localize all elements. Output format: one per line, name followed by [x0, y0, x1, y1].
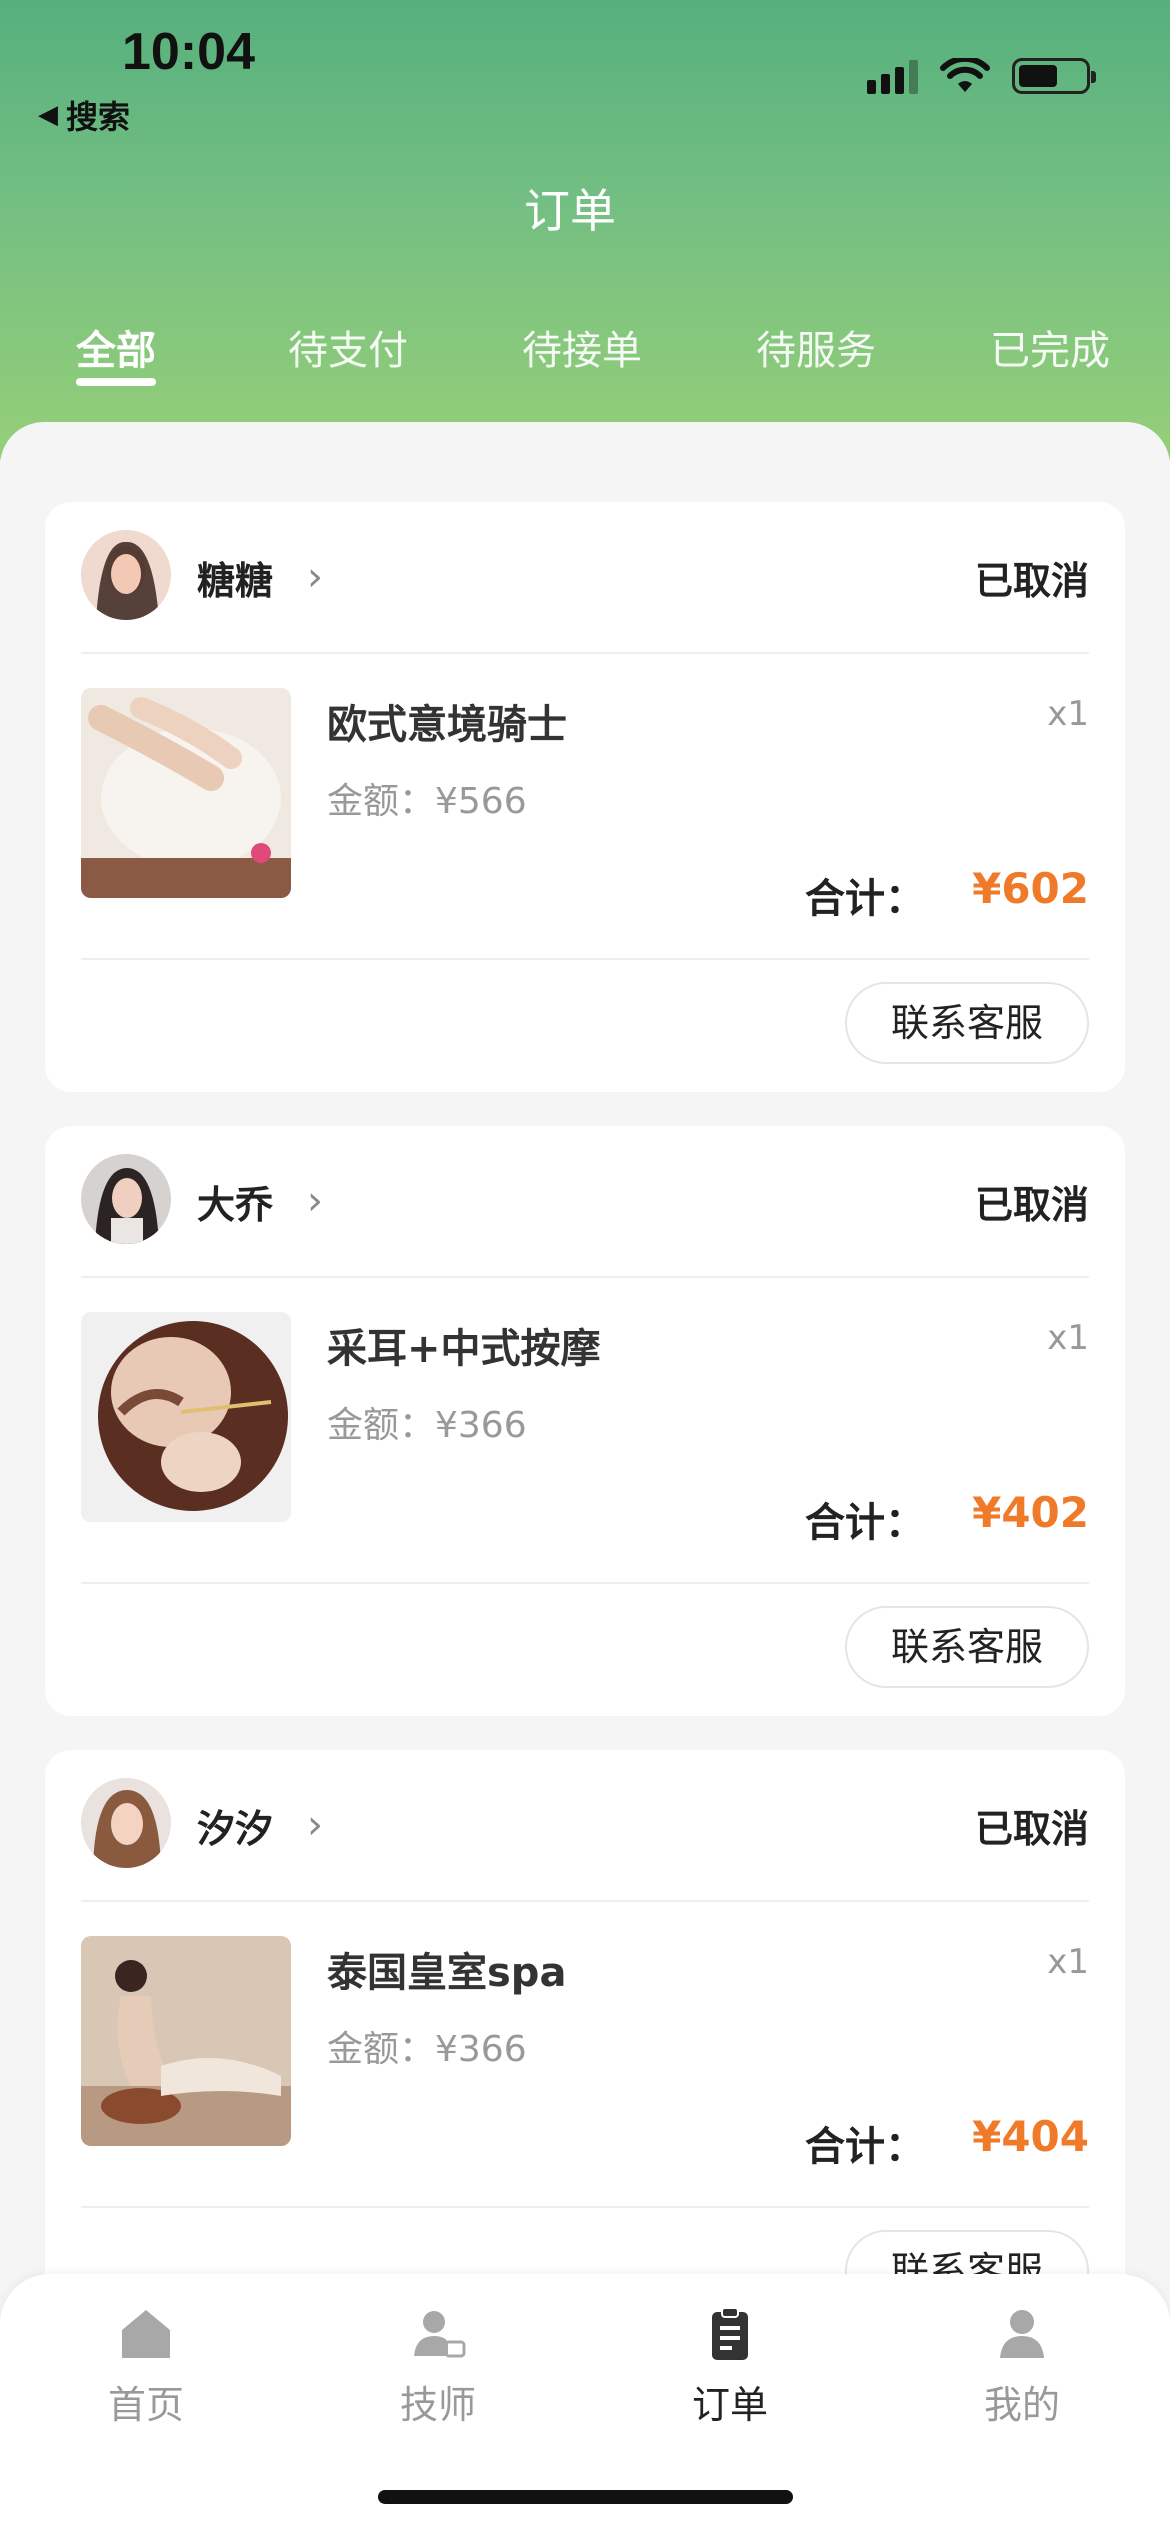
status-icons [867, 58, 1096, 94]
tabbar-label: 我的 [983, 2383, 1060, 2427]
status-time: 10:04 [122, 23, 255, 81]
header: 10:04 ◀ 搜索 订单 全部 待支付 待接单 待服务 已完成 [0, 0, 1170, 460]
page-title: 订单 [524, 184, 616, 238]
battery-icon [1012, 58, 1096, 94]
technician-name[interactable]: 糖糖 [197, 550, 273, 605]
card-header[interactable]: 汐汐 › 已取消 [81, 1778, 1089, 1874]
divider [81, 2206, 1089, 2208]
card-header[interactable]: 糖糖 › 已取消 [81, 530, 1089, 626]
technician-name[interactable]: 汐汐 [197, 1798, 273, 1853]
order-tabs: 全部 待支付 待接单 待服务 已完成 [0, 318, 1170, 398]
order-clipboard-icon [712, 2307, 748, 2360]
tabbar-label: 技师 [399, 2383, 476, 2427]
service-quantity: x1 [1047, 1318, 1089, 1358]
divider [81, 1900, 1089, 1902]
technician-avatar[interactable] [81, 1778, 171, 1868]
order-card: 糖糖 › 已取消 欧式意境骑士 x1 金额：¥566 合计： ¥602 联系客服 [45, 502, 1125, 1092]
contact-support-button[interactable]: 联系客服 [845, 1606, 1089, 1688]
cellular-signal-icon [867, 58, 918, 94]
back-label: 搜索 [66, 98, 131, 136]
home-icon [122, 2310, 170, 2358]
tabbar-label: 首页 [107, 2383, 184, 2427]
profile-icon [1000, 2310, 1044, 2358]
tab-all[interactable]: 全部 [76, 318, 156, 376]
order-status: 已取消 [974, 1807, 1089, 1851]
service-name: 泰国皇室spa [327, 1950, 567, 1996]
tabbar-label: 订单 [691, 2383, 768, 2427]
back-triangle-icon: ◀ [38, 100, 58, 130]
chevron-right-icon: › [307, 1802, 323, 1848]
tab-pending-payment[interactable]: 待支付 [288, 318, 408, 376]
card-header[interactable]: 大乔 › 已取消 [81, 1154, 1089, 1250]
divider [81, 1582, 1089, 1584]
service-price: 金额：¥566 [327, 781, 527, 822]
tabbar-home[interactable]: 首页 [66, 2304, 226, 2429]
tabbar-orders[interactable]: 订单 [650, 2304, 810, 2429]
total-label: 合计： [805, 1500, 925, 1546]
wifi-icon [940, 58, 990, 92]
divider [81, 652, 1089, 654]
home-indicator [378, 2490, 793, 2504]
order-status: 已取消 [974, 1183, 1089, 1227]
service-price: 金额：¥366 [327, 2029, 527, 2070]
service-thumbnail[interactable] [81, 1312, 291, 1522]
service-thumbnail[interactable] [81, 688, 291, 898]
service-name: 欧式意境骑士 [327, 702, 567, 748]
technician-icon [414, 2311, 466, 2358]
tab-pending-accept[interactable]: 待接单 [522, 318, 642, 376]
order-list: 糖糖 › 已取消 欧式意境骑士 x1 金额：¥566 合计： ¥602 联系客服… [0, 422, 1170, 2532]
technician-name[interactable]: 大乔 [197, 1174, 273, 1229]
divider [81, 1276, 1089, 1278]
order-card: 汐汐 › 已取消 泰国皇室spa x1 金额：¥366 合计： ¥404 联系客… [45, 1750, 1125, 2340]
service-quantity: x1 [1047, 694, 1089, 734]
order-card: 大乔 › 已取消 采耳+中式按摩 x1 金额：¥366 合计： ¥402 联系客… [45, 1126, 1125, 1716]
chevron-right-icon: › [307, 1178, 323, 1224]
total-amount: ¥602 [972, 864, 1089, 913]
total-amount: ¥404 [972, 2112, 1089, 2161]
active-tab-indicator [76, 378, 156, 386]
back-to-search[interactable]: ◀ 搜索 [38, 92, 130, 138]
total-label: 合计： [805, 2124, 925, 2170]
contact-support-button[interactable]: 联系客服 [845, 982, 1089, 1064]
divider [81, 958, 1089, 960]
total-amount: ¥402 [972, 1488, 1089, 1537]
chevron-right-icon: › [307, 554, 323, 600]
service-thumbnail[interactable] [81, 1936, 291, 2146]
total-label: 合计： [805, 876, 925, 922]
tabbar-profile[interactable]: 我的 [942, 2304, 1102, 2429]
tab-completed[interactable]: 已完成 [990, 318, 1110, 376]
tab-pending-service[interactable]: 待服务 [756, 318, 876, 376]
order-status: 已取消 [974, 559, 1089, 603]
technician-avatar[interactable] [81, 1154, 171, 1244]
service-quantity: x1 [1047, 1942, 1089, 1982]
tabbar-technician[interactable]: 技师 [358, 2304, 518, 2429]
service-name: 采耳+中式按摩 [327, 1326, 601, 1372]
technician-avatar[interactable] [81, 530, 171, 620]
service-price: 金额：¥366 [327, 1405, 527, 1446]
